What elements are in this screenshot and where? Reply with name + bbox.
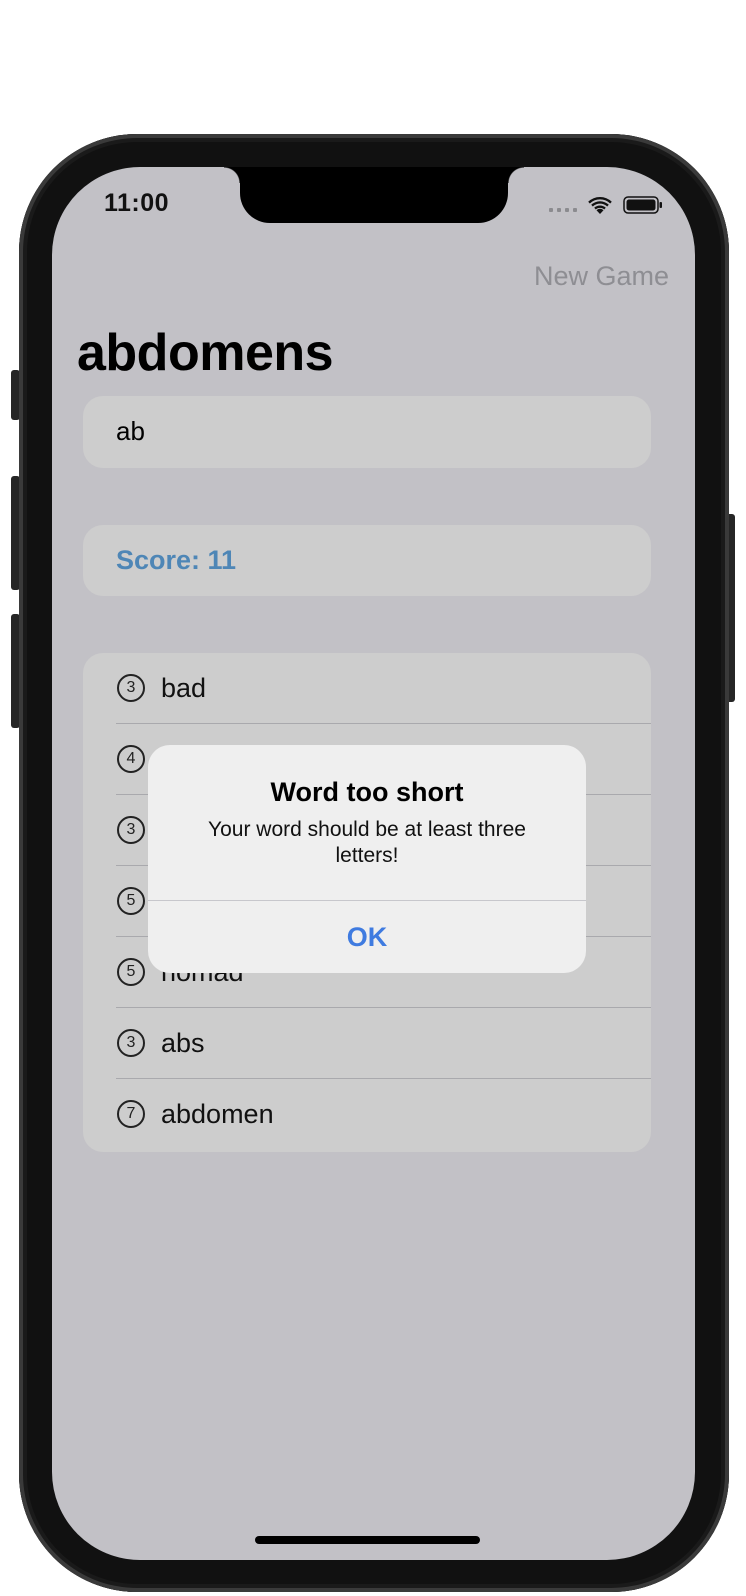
battery-icon bbox=[623, 196, 662, 214]
word-label: bad bbox=[161, 673, 207, 703]
letter-count-icon: 3 bbox=[117, 816, 145, 844]
home-indicator[interactable] bbox=[255, 1536, 480, 1544]
wifi-icon bbox=[588, 197, 612, 214]
word-label: abdomen bbox=[161, 1099, 274, 1129]
new-game-button[interactable]: New Game bbox=[534, 261, 669, 292]
score-card: Score: 11 bbox=[83, 525, 651, 596]
alert-message: Your word should be at least three lette… bbox=[208, 818, 526, 867]
letter-count-icon: 5 bbox=[117, 887, 145, 915]
notch bbox=[224, 167, 524, 223]
page-title: abdomens bbox=[77, 324, 334, 382]
letter-count-icon: 5 bbox=[117, 958, 145, 986]
status-icons bbox=[549, 195, 663, 215]
ok-button[interactable]: OK bbox=[148, 901, 586, 973]
device-stage: 11:00 New Game abdomens Score: 11 bbox=[0, 0, 746, 1596]
word-input-card bbox=[83, 396, 651, 468]
cellular-signal-icon bbox=[549, 198, 577, 212]
list-item: 3 abs bbox=[83, 1008, 651, 1079]
score-label: Score: 11 bbox=[116, 545, 237, 575]
letter-count-icon: 4 bbox=[117, 745, 145, 773]
screen: 11:00 New Game abdomens Score: 11 bbox=[52, 167, 695, 1560]
alert-title: Word too short bbox=[270, 777, 464, 807]
letter-count-icon: 3 bbox=[117, 1029, 145, 1057]
list-item: 7 abdomen bbox=[83, 1079, 651, 1150]
word-input[interactable] bbox=[116, 416, 616, 447]
letter-count-icon: 7 bbox=[117, 1100, 145, 1128]
letter-count-icon: 3 bbox=[117, 674, 145, 702]
word-label: abs bbox=[161, 1028, 205, 1058]
alert-dialog: Word too short Your word should be at le… bbox=[148, 745, 586, 973]
status-time: 11:00 bbox=[104, 189, 170, 217]
list-item: 3 bad bbox=[83, 653, 651, 724]
